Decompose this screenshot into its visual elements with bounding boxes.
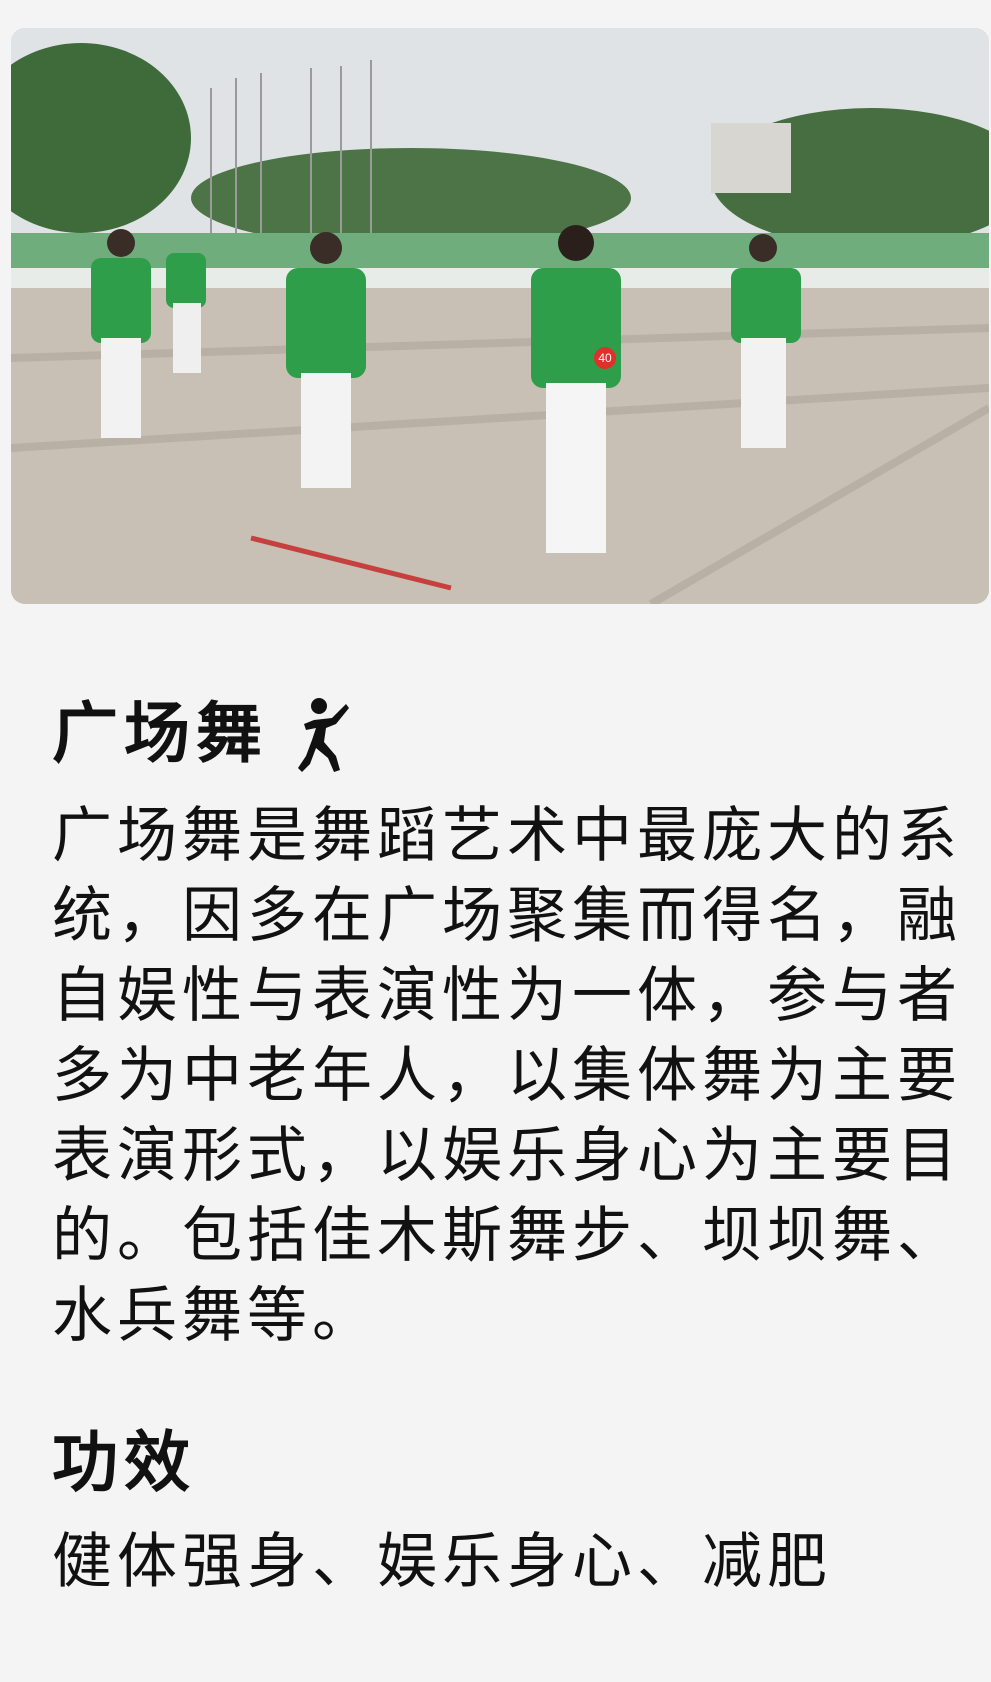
title-row: 广场舞 <box>52 676 972 792</box>
hero-photo: 40 <box>11 28 989 604</box>
page-title: 广场舞 <box>52 695 268 772</box>
effects-body: 健体强身、娱乐身心、减肥 <box>52 1527 832 1597</box>
intro-body: 广场舞是舞蹈艺术中最庞大的系统，因多在广场聚集而得名，融自娱性与表演性为一体，参… <box>52 801 962 1351</box>
article-content: 广场舞 广场舞是舞蹈艺术中最庞大的系统，因多在广场聚集而得名，融自娱性与表演性为… <box>52 676 972 1602</box>
badge-number: 40 <box>598 351 612 365</box>
dancer-icon <box>298 698 349 772</box>
square-dance-photo: 40 <box>11 28 989 604</box>
effects-title: 功效 <box>52 1424 196 1501</box>
